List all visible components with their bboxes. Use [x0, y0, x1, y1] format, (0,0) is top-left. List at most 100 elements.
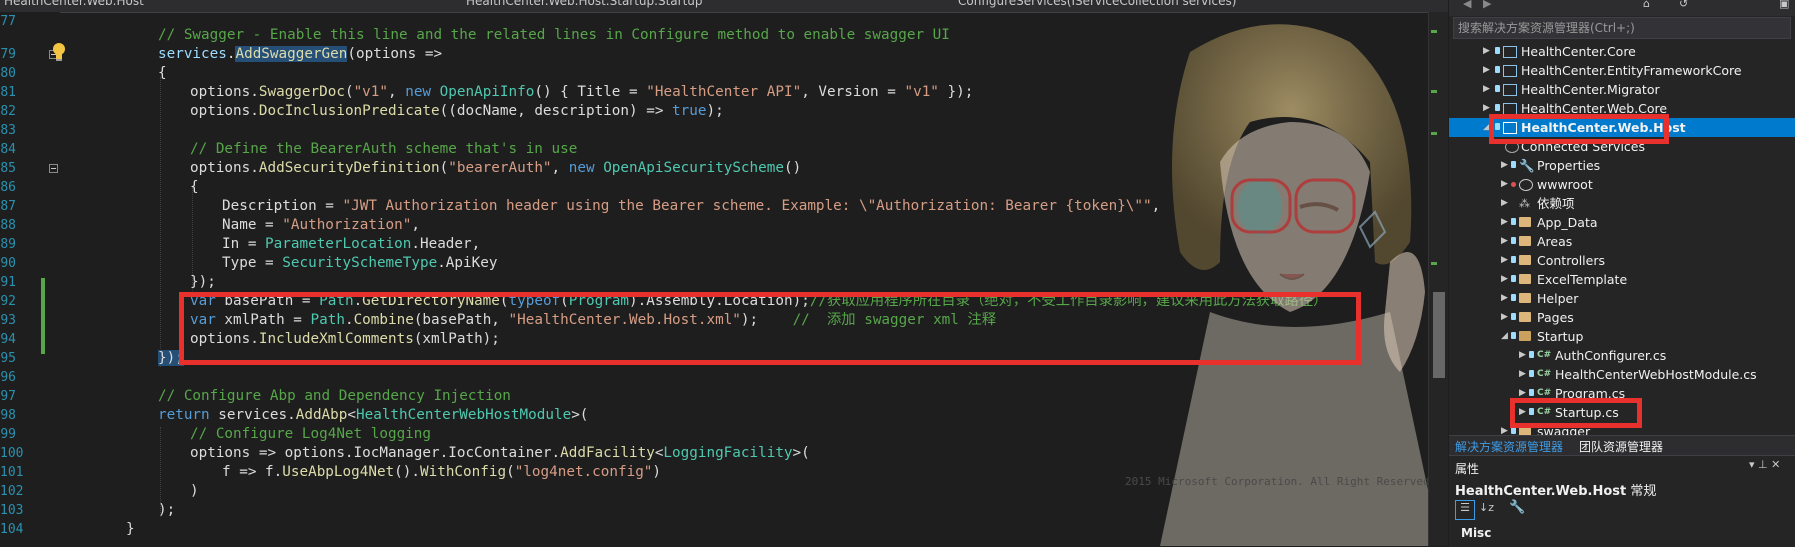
code-line: Description = "JWT Authorization header …: [222, 198, 1161, 214]
highlight-box-file: [1510, 398, 1642, 428]
folder-icon: [1519, 312, 1531, 322]
tree-item-project[interactable]: ▶ HealthCenter.EntityFrameworkCore: [1449, 61, 1795, 80]
tree-item-folder[interactable]: ▶ Pages: [1449, 308, 1795, 327]
expand-arrow-icon: ▶: [1501, 293, 1508, 303]
csharp-project-icon: [1503, 46, 1517, 58]
history-icon[interactable]: ↺: [1679, 0, 1688, 10]
tree-item-project[interactable]: ▶ HealthCenter.Migrator: [1449, 80, 1795, 99]
expand-arrow-icon: ▶: [1501, 274, 1508, 284]
wrench-icon: 🔧: [1519, 158, 1535, 173]
code-line: {: [190, 179, 199, 195]
expand-arrow-icon: ▶: [1501, 160, 1508, 170]
scrollbar-thumb[interactable]: [1433, 292, 1445, 378]
solution-search-input[interactable]: 搜索解决方案资源管理器(Ctrl+;): [1453, 17, 1791, 39]
editor-vertical-scrollbar[interactable]: [1428, 12, 1448, 546]
properties-header: 属性: [1455, 462, 1480, 476]
expand-arrow-icon: ▶: [1501, 198, 1508, 208]
folder-icon: [1519, 293, 1531, 303]
code-line: options.SwaggerDoc("v1", new OpenApiInfo…: [190, 84, 974, 100]
code-editor[interactable]: HealthCenter.Web.Host HealthCenter.Web.H…: [0, 0, 1448, 546]
code-line: return services.AddAbp<HealthCenterWebHo…: [158, 407, 589, 423]
tree-item-folder[interactable]: ▶ Helper: [1449, 289, 1795, 308]
properties-toolbar: ☰ ↓z 🔧: [1453, 500, 1791, 522]
csharp-project-icon: [1503, 65, 1517, 77]
csharp-project-icon: [1503, 84, 1517, 96]
code-line: In = ParameterLocation.Header,: [222, 236, 481, 252]
code-line: // Configure Log4Net logging: [190, 426, 432, 442]
code-line: }: [126, 521, 135, 537]
code-line: Name = "Authorization",: [222, 217, 420, 233]
code-line: // Swagger - Enable this line and the re…: [158, 27, 950, 43]
categorized-icon[interactable]: ☰: [1455, 500, 1475, 520]
tab-team-explorer[interactable]: 团队资源管理器: [1579, 438, 1663, 455]
expand-arrow-icon: ▶: [1483, 65, 1490, 75]
code-line: // Configure Abp and Dependency Injectio…: [158, 388, 511, 404]
tree-item-folder[interactable]: ▶ ExcelTemplate: [1449, 270, 1795, 289]
tree-item-project[interactable]: ▶ HealthCenter.Core: [1449, 42, 1795, 61]
expand-arrow-icon: ▶: [1501, 426, 1508, 435]
properties-object-selector[interactable]: HealthCenter.Web.Host 常规: [1455, 480, 1656, 499]
folder-icon: [1519, 236, 1531, 246]
code-line: options => options.IocManager.IocContain…: [190, 445, 810, 461]
explorer-tab-strip: 解决方案资源管理器 团队资源管理器: [1449, 435, 1795, 456]
solution-explorer-toolbar: ◀ ▶ ⌂ ↺ ▣: [1449, 0, 1795, 16]
code-line: f => f.UseAbpLog4Net().WithConfig("log4n…: [222, 464, 662, 480]
csharp-file-icon: C#: [1537, 350, 1552, 360]
expand-arrow-icon: ▶: [1501, 255, 1508, 265]
code-line: // Define the BearerAuth scheme that's i…: [190, 141, 578, 157]
code-line: {: [158, 65, 167, 81]
code-area[interactable]: // Swagger - Enable this line and the re…: [0, 12, 1440, 546]
expand-arrow-icon: ▶: [1519, 369, 1526, 379]
tree-item-dependencies[interactable]: ▶ ⁂ 依赖项: [1449, 194, 1795, 213]
folder-icon: [1519, 217, 1531, 227]
expand-arrow-icon: ▶: [1519, 350, 1526, 360]
member-combo[interactable]: ConfigureServices(IServiceCollection ser…: [958, 0, 1236, 10]
forward-icon[interactable]: ▶: [1483, 0, 1491, 10]
code-line: ): [190, 483, 199, 499]
code-line: options.AddSecurityDefinition("bearerAut…: [190, 160, 802, 176]
code-line: Type = SecuritySchemeType.ApiKey: [222, 255, 498, 271]
code-line: });: [190, 274, 216, 290]
highlight-box-code: [179, 292, 1361, 365]
code-line: options.DocInclusionPredicate((docName, …: [190, 103, 724, 119]
tree-item-folder[interactable]: ▶ Controllers: [1449, 251, 1795, 270]
code-line: services.AddSwaggerGen(options =>: [158, 46, 443, 62]
tree-item-folder-open[interactable]: ◢ Startup: [1449, 327, 1795, 346]
pin-icon[interactable]: ▾ ⊥ ✕: [1749, 458, 1780, 471]
alphabetical-icon[interactable]: ↓z: [1479, 501, 1494, 514]
expand-arrow-icon: ▶: [1501, 217, 1508, 227]
tree-item-folder[interactable]: ▶ wwwroot: [1449, 175, 1795, 194]
expand-arrow-icon: ▶: [1501, 312, 1508, 322]
back-icon[interactable]: ◀: [1463, 0, 1471, 10]
open-folder-icon: [1519, 331, 1531, 341]
solution-explorer-panel: ◀ ▶ ⌂ ↺ ▣ 搜索解决方案资源管理器(Ctrl+;) ▶ HealthCen…: [1449, 0, 1795, 547]
properties-section-misc[interactable]: Misc: [1461, 526, 1491, 540]
properties-panel: 属性 ▾ ⊥ ✕ HealthCenter.Web.Host 常规 ☰ ↓z 🔧…: [1449, 455, 1795, 547]
tree-item-file[interactable]: ▶ C# AuthConfigurer.cs: [1449, 346, 1795, 365]
tab-solution-explorer[interactable]: 解决方案资源管理器: [1455, 438, 1563, 455]
expand-arrow-icon: ▶: [1501, 179, 1508, 189]
expand-arrow-icon: ▶: [1483, 84, 1490, 94]
class-combo[interactable]: HealthCenter.Web.Host.Startup.Startup: [466, 0, 703, 10]
solution-tree[interactable]: ▶ HealthCenter.Core ▶ HealthCenter.EntityF…: [1449, 40, 1795, 435]
collapse-arrow-icon: ◢: [1501, 331, 1508, 341]
globe-icon: [1519, 179, 1533, 191]
tree-item-folder[interactable]: ▶ Areas: [1449, 232, 1795, 251]
preview-icon[interactable]: ▣: [1779, 0, 1789, 10]
folder-icon: [1519, 274, 1531, 284]
tree-item-folder[interactable]: ▶ 🔧 Properties: [1449, 156, 1795, 175]
lightbulb-icon[interactable]: [51, 42, 67, 62]
tree-item-folder[interactable]: ▶ App_Data: [1449, 213, 1795, 232]
tree-item-file[interactable]: ▶ C# HealthCenterWebHostModule.cs: [1449, 365, 1795, 384]
expand-arrow-icon: ▶: [1483, 46, 1490, 56]
wrench-icon[interactable]: 🔧: [1509, 500, 1525, 515]
code-line: );: [158, 502, 176, 518]
project-combo[interactable]: HealthCenter.Web.Host: [4, 0, 144, 10]
watermark-text: 2015 Microsoft Corporation. All Right Re…: [1125, 475, 1437, 488]
highlight-box-project: [1489, 114, 1669, 144]
expand-arrow-icon: ▶: [1501, 236, 1508, 246]
csharp-file-icon: C#: [1537, 369, 1552, 379]
folder-icon: [1519, 255, 1531, 265]
dependencies-icon: ⁂: [1519, 197, 1530, 210]
home-icon[interactable]: ⌂: [1643, 0, 1650, 10]
